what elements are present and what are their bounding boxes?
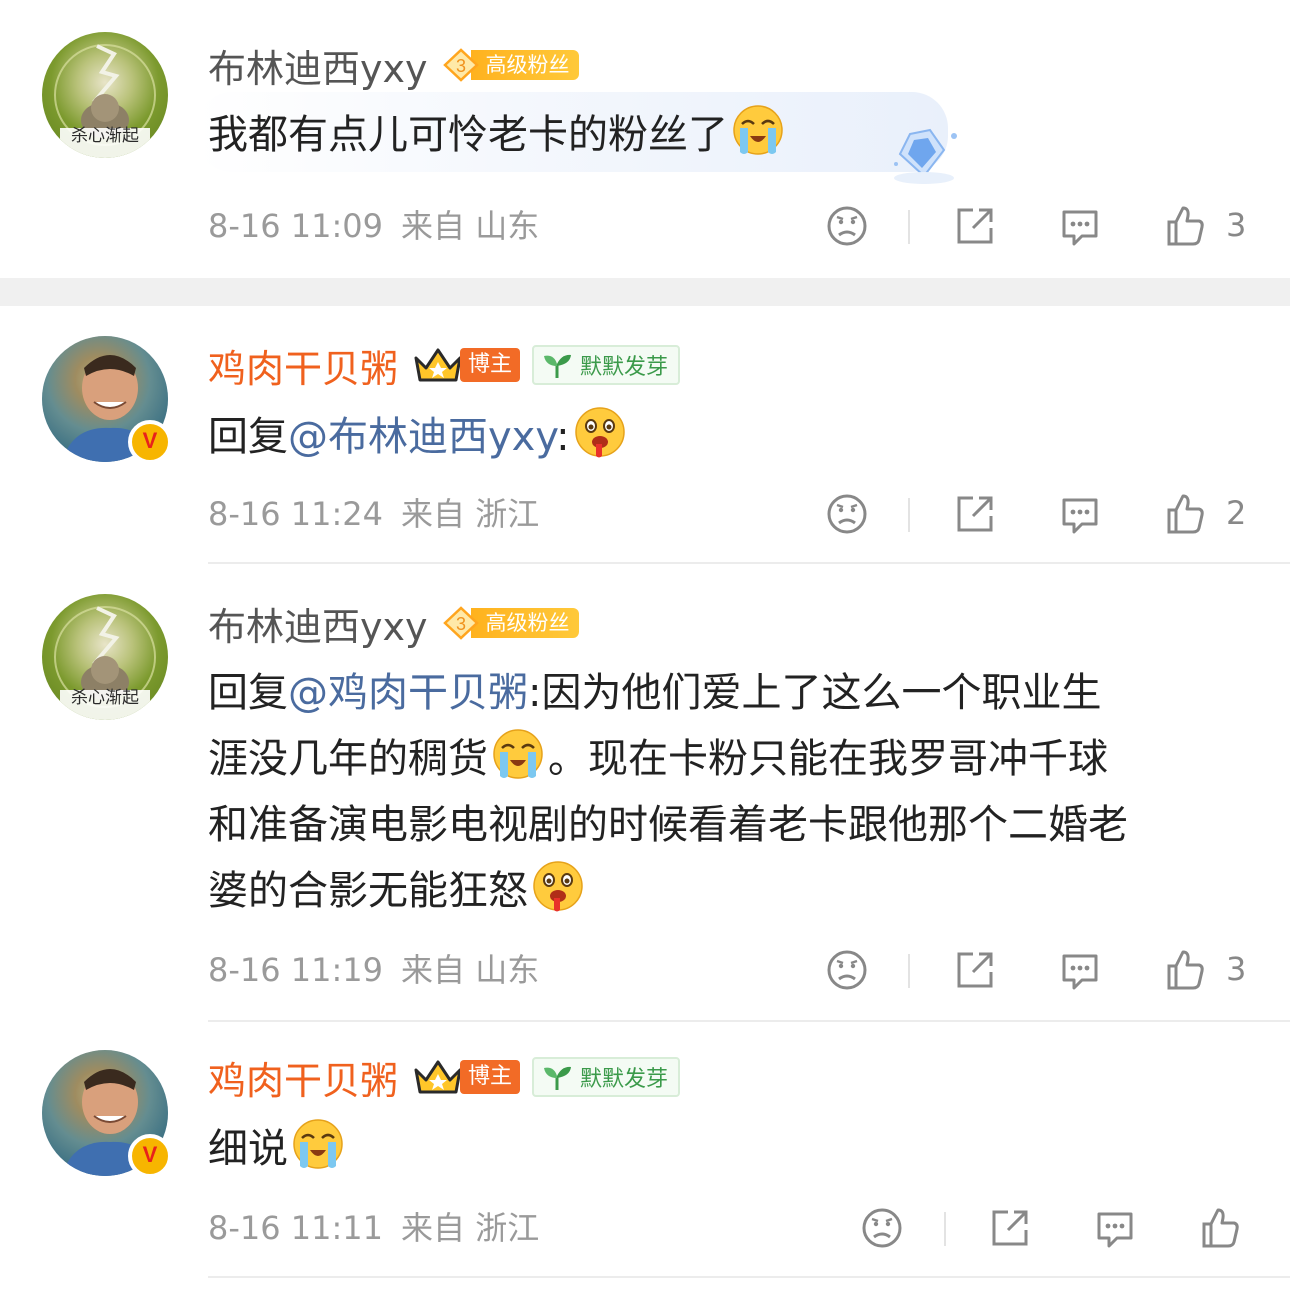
sprout-icon bbox=[544, 1066, 572, 1090]
comment-text-content: : bbox=[556, 414, 570, 460]
share-icon[interactable] bbox=[953, 492, 997, 536]
like-count: 2 bbox=[1226, 494, 1247, 532]
gem-decoration-icon bbox=[888, 124, 968, 188]
svg-text:3: 3 bbox=[456, 614, 466, 634]
comment-text: 我都有点儿可怜老卡的粉丝了 bbox=[208, 102, 788, 168]
mention-link[interactable]: @鸡肉干贝粥 bbox=[288, 670, 528, 716]
reply-prefix: 回复 bbox=[208, 670, 288, 716]
sad-face-icon[interactable] bbox=[825, 204, 869, 248]
action-separator bbox=[908, 210, 910, 244]
comment-text: 回复@布林迪西yxy: bbox=[208, 404, 630, 470]
action-bar: 2 bbox=[0, 492, 1290, 542]
blogger-badge: 博主 bbox=[460, 1060, 521, 1094]
username[interactable]: 鸡肉干贝粥 bbox=[208, 1050, 398, 1105]
comment-text: 回复@鸡肉干贝粥:因为他们爱上了这么一个职业生 涯没几年的稠货 。现在卡粉只能在… bbox=[208, 660, 1268, 924]
fan-label: 高级粉丝 bbox=[471, 50, 580, 80]
verified-badge-icon: V bbox=[128, 420, 172, 464]
comment-text-content: 细说 bbox=[208, 1126, 288, 1172]
mention-link[interactable]: @布林迪西yxy bbox=[288, 414, 556, 460]
comment-icon[interactable] bbox=[1058, 492, 1102, 536]
sad-face-icon[interactable] bbox=[860, 1206, 904, 1250]
avatar-caption: 杀心渐起 bbox=[71, 126, 139, 146]
avatar[interactable]: V bbox=[42, 336, 172, 464]
sprout-icon bbox=[544, 354, 572, 378]
comment-divider bbox=[208, 1276, 1290, 1278]
username-row: 鸡肉干贝粥 博主 默默发芽 bbox=[208, 338, 681, 393]
action-bar: 3 bbox=[0, 204, 1290, 254]
fan-badge[interactable]: 3 高级粉丝 bbox=[441, 606, 580, 640]
like-icon[interactable] bbox=[1163, 204, 1207, 248]
comment-icon[interactable] bbox=[1058, 204, 1102, 248]
avatar[interactable]: V bbox=[42, 1050, 172, 1178]
fan-badge[interactable]: 3 高级粉丝 bbox=[441, 48, 580, 82]
action-bar bbox=[0, 1206, 1290, 1256]
comment-text: 细说 bbox=[208, 1116, 348, 1182]
action-bar: 3 bbox=[0, 948, 1290, 998]
sad-face-icon[interactable] bbox=[825, 492, 869, 536]
action-separator bbox=[944, 1212, 946, 1246]
reply-prefix: 回复 bbox=[208, 414, 288, 460]
crying-face-emoji bbox=[290, 1116, 346, 1172]
username-row: 布林迪西yxy 3 高级粉丝 bbox=[208, 596, 580, 651]
username-row: 鸡肉干贝粥 博主 默默发芽 bbox=[208, 1050, 681, 1105]
sprout-badge[interactable]: 默默发芽 bbox=[532, 1057, 681, 1097]
crown-icon bbox=[414, 1060, 462, 1094]
avatar[interactable]: 杀心渐起 bbox=[42, 32, 168, 158]
comment-line-4: 婆的合影无能狂怒 bbox=[208, 858, 1268, 924]
svg-text:3: 3 bbox=[456, 56, 466, 76]
crying-face-emoji bbox=[730, 102, 786, 158]
comment-icon[interactable] bbox=[1093, 1206, 1137, 1250]
comment-divider bbox=[208, 1020, 1290, 1022]
share-icon[interactable] bbox=[988, 1206, 1032, 1250]
avatar-caption: 杀心渐起 bbox=[71, 688, 139, 708]
comment-text-content: 我都有点儿可怜老卡的粉丝了 bbox=[208, 112, 728, 158]
verified-badge-icon: V bbox=[128, 1134, 172, 1178]
share-icon[interactable] bbox=[953, 204, 997, 248]
like-icon[interactable] bbox=[1163, 492, 1207, 536]
avatar[interactable]: 杀心渐起 bbox=[42, 594, 168, 720]
username[interactable]: 鸡肉干贝粥 bbox=[208, 338, 398, 393]
comment-line-2: 涯没几年的稠货 。现在卡粉只能在我罗哥冲千球 bbox=[208, 726, 1268, 792]
action-separator bbox=[908, 498, 910, 532]
crown-icon bbox=[414, 348, 462, 382]
action-separator bbox=[908, 954, 910, 988]
crying-face-emoji bbox=[490, 726, 546, 782]
comment-line-1: 回复@鸡肉干贝粥:因为他们爱上了这么一个职业生 bbox=[208, 670, 1102, 716]
like-count: 3 bbox=[1226, 950, 1247, 988]
username-row: 布林迪西yxy 3 高级粉丝 bbox=[208, 38, 580, 93]
username[interactable]: 布林迪西yxy bbox=[208, 38, 427, 93]
fan-level-icon: 3 bbox=[441, 48, 481, 82]
sad-face-icon[interactable] bbox=[825, 948, 869, 992]
share-icon[interactable] bbox=[953, 948, 997, 992]
fan-label: 高级粉丝 bbox=[471, 608, 580, 638]
comment-line-3: 和准备演电影电视剧的时候看着老卡跟他那个二婚老 bbox=[208, 802, 1128, 848]
fan-level-icon: 3 bbox=[441, 606, 481, 640]
sprout-badge[interactable]: 默默发芽 bbox=[532, 345, 681, 385]
username[interactable]: 布林迪西yxy bbox=[208, 596, 427, 651]
comment-icon[interactable] bbox=[1058, 948, 1102, 992]
section-divider bbox=[0, 278, 1290, 306]
like-icon[interactable] bbox=[1198, 1206, 1242, 1250]
drooling-face-emoji bbox=[530, 858, 586, 914]
like-count: 3 bbox=[1226, 206, 1247, 244]
drooling-face-emoji bbox=[572, 404, 628, 460]
blogger-badge: 博主 bbox=[460, 348, 521, 382]
like-icon[interactable] bbox=[1163, 948, 1207, 992]
comment-divider bbox=[208, 562, 1290, 564]
